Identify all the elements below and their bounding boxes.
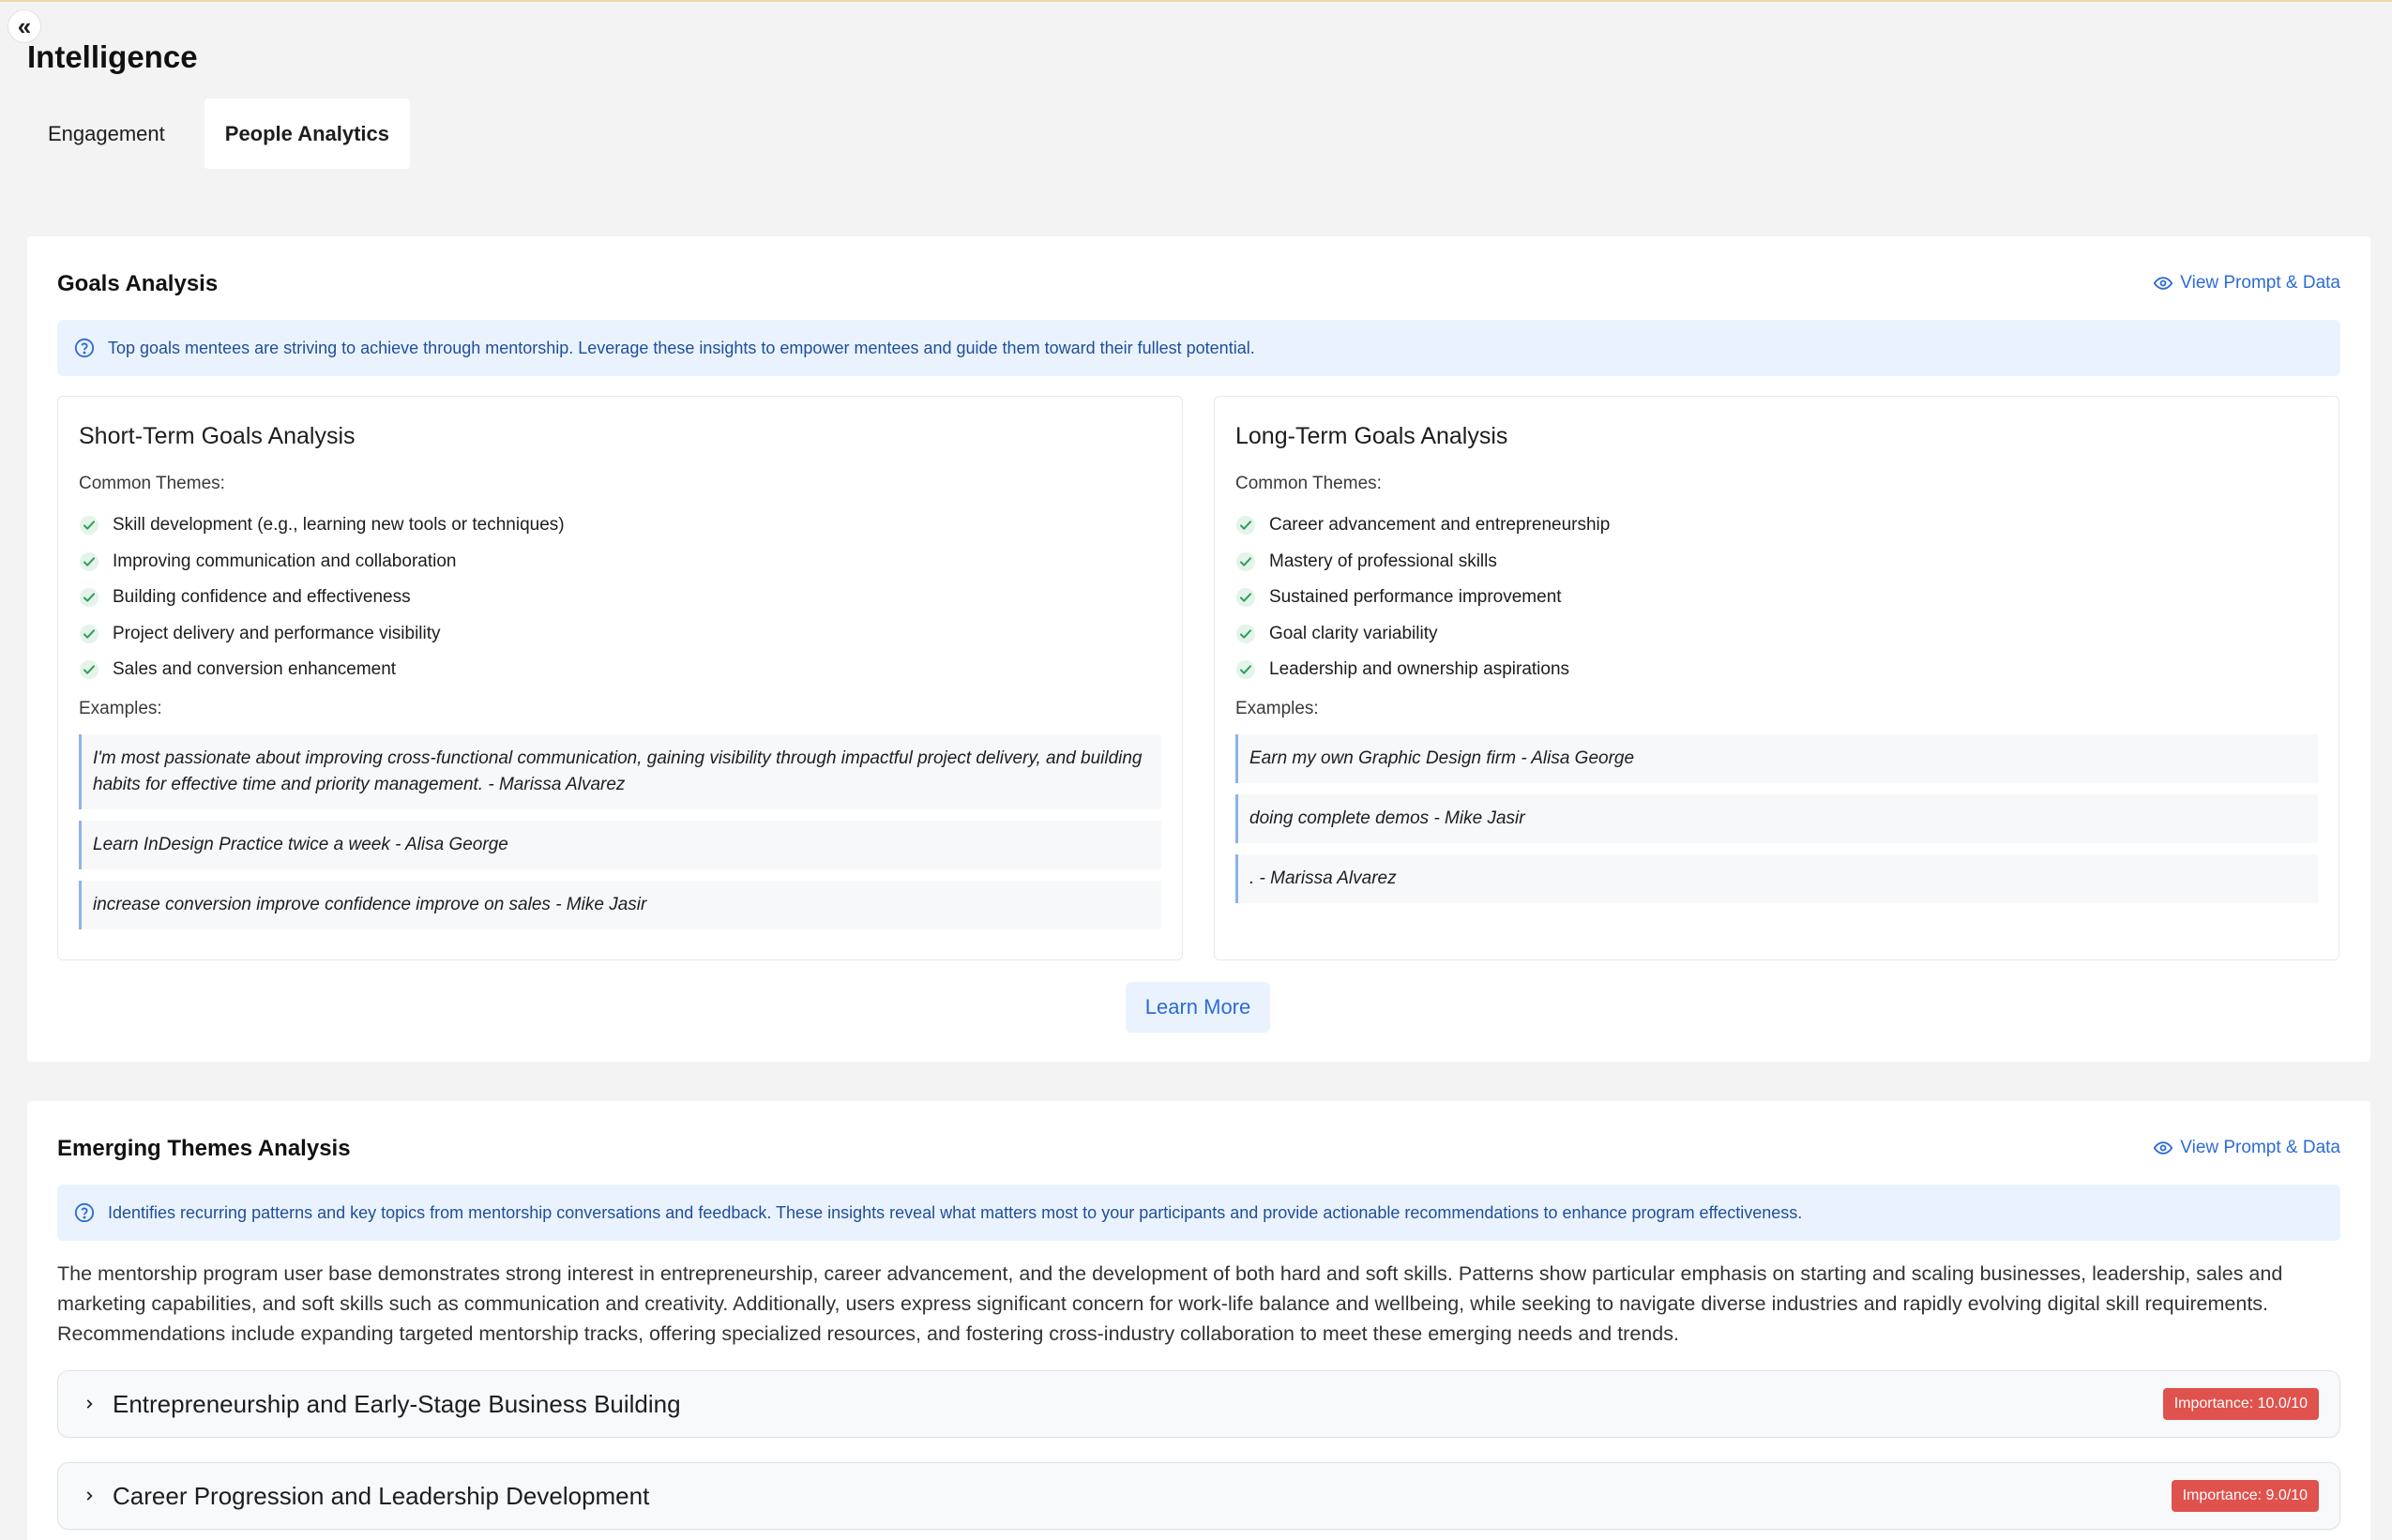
theme-text: Improving communication and collaboratio… <box>113 551 457 571</box>
list-item: Sustained performance improvement <box>1235 580 1610 616</box>
goals-info-box: Top goals mentees are striving to achiev… <box>57 320 2340 376</box>
example-quote: Earn my own Graphic Design firm - Alisa … <box>1235 734 2318 783</box>
theme-text: Sales and conversion enhancement <box>113 659 397 680</box>
check-icon <box>79 659 99 680</box>
view-prompt-data-link[interactable]: View Prompt & Data <box>2154 1138 2340 1158</box>
example-quote: . - Marissa Alvarez <box>1235 854 2318 903</box>
theme-text: Building confidence and effectiveness <box>113 587 411 608</box>
theme-text: Project delivery and performance visibil… <box>113 623 441 643</box>
short-term-goals-title: Short-Term Goals Analysis <box>79 423 356 449</box>
list-item: Mastery of professional skills <box>1235 544 1610 581</box>
theme-text: Skill development (e.g., learning new to… <box>113 515 565 536</box>
check-icon <box>1235 587 1256 608</box>
check-icon <box>79 624 99 644</box>
emerging-themes-title: Emerging Themes Analysis <box>57 1136 351 1161</box>
check-icon <box>1235 659 1256 680</box>
example-quote: Learn InDesign Practice twice a week - A… <box>79 821 1161 869</box>
common-themes-label: Common Themes: <box>79 474 225 493</box>
long-term-examples-list: Earn my own Graphic Design firm - Alisa … <box>1235 734 2318 914</box>
list-item: Leadership and ownership aspirations <box>1235 652 1610 688</box>
chevron-right-icon <box>83 1397 96 1411</box>
goals-info-text: Top goals mentees are striving to achiev… <box>108 338 1255 357</box>
eye-icon <box>2154 1139 2173 1157</box>
list-item: Skill development (e.g., learning new to… <box>79 507 565 544</box>
tab-people-analytics[interactable]: People Analytics <box>204 98 411 169</box>
list-item: Career advancement and entrepreneurship <box>1235 507 1610 544</box>
tab-engagement[interactable]: Engagement <box>27 98 186 169</box>
examples-label: Examples: <box>79 699 162 718</box>
example-quote: I'm most passionate about improving cros… <box>79 734 1161 809</box>
top-border <box>0 0 2392 2</box>
theme-text: Goal clarity variability <box>1269 623 1438 643</box>
view-prompt-data-label: View Prompt & Data <box>2180 273 2340 293</box>
help-circle-icon <box>74 1202 95 1223</box>
list-item: Project delivery and performance visibil… <box>79 616 565 653</box>
eye-icon <box>2154 274 2173 293</box>
collapse-sidebar-button[interactable]: « <box>8 9 41 43</box>
chevron-right-icon <box>83 1489 96 1502</box>
view-prompt-data-link[interactable]: View Prompt & Data <box>2154 273 2340 294</box>
common-themes-label: Common Themes: <box>1235 474 1382 493</box>
importance-badge: Importance: 10.0/10 <box>2162 1388 2319 1420</box>
themes-summary-text: The mentorship program user base demonst… <box>57 1262 2283 1345</box>
list-item: Sales and conversion enhancement <box>79 652 565 688</box>
goals-analysis-panel: Goals Analysis View Prompt & Data Top go… <box>27 236 2370 1062</box>
double-chevron-left-icon: « <box>17 12 32 40</box>
long-term-goals-title: Long-Term Goals Analysis <box>1235 423 1508 449</box>
example-quote: doing complete demos - Mike Jasir <box>1235 794 2318 843</box>
page-title: Intelligence <box>27 39 198 74</box>
emerging-themes-panel: Emerging Themes Analysis View Prompt & D… <box>27 1101 2370 1540</box>
theme-accordion-title: Career Progression and Leadership Develo… <box>113 1481 650 1510</box>
theme-accordion-title: Entrepreneurship and Early-Stage Busines… <box>113 1389 681 1418</box>
check-icon <box>79 515 99 536</box>
theme-text: Sustained performance improvement <box>1269 587 1562 608</box>
learn-more-button[interactable]: Learn More <box>1126 982 1270 1033</box>
themes-info-text: Identifies recurring patterns and key to… <box>108 1202 1803 1222</box>
check-icon <box>79 551 99 572</box>
list-item: Building confidence and effectiveness <box>79 580 565 616</box>
tab-bar: Engagement People Analytics <box>27 98 411 169</box>
help-circle-icon <box>74 338 95 358</box>
short-term-themes-list: Skill development (e.g., learning new to… <box>79 507 565 688</box>
check-icon <box>79 587 99 608</box>
check-icon <box>1235 624 1256 644</box>
theme-accordion-item[interactable]: Entrepreneurship and Early-Stage Busines… <box>57 1370 2340 1438</box>
theme-text: Leadership and ownership aspirations <box>1269 659 1570 680</box>
short-term-examples-list: I'm most passionate about improving cros… <box>79 734 1161 941</box>
short-term-goals-card: Short-Term Goals Analysis Common Themes:… <box>57 396 1183 960</box>
theme-accordion-item[interactable]: Career Progression and Leadership Develo… <box>57 1462 2340 1530</box>
example-quote: increase conversion improve confidence i… <box>79 881 1161 929</box>
list-item: Improving communication and collaboratio… <box>79 544 565 581</box>
view-prompt-data-label: View Prompt & Data <box>2180 1138 2340 1157</box>
long-term-themes-list: Career advancement and entrepreneurship … <box>1235 507 1610 688</box>
theme-text: Career advancement and entrepreneurship <box>1269 515 1611 536</box>
goals-analysis-title: Goals Analysis <box>57 271 219 296</box>
list-item: Goal clarity variability <box>1235 616 1610 653</box>
examples-label: Examples: <box>1235 699 1319 718</box>
importance-badge: Importance: 9.0/10 <box>2171 1480 2319 1512</box>
check-icon <box>1235 551 1256 572</box>
themes-info-box: Identifies recurring patterns and key to… <box>57 1185 2340 1241</box>
check-icon <box>1235 515 1256 536</box>
long-term-goals-card: Long-Term Goals Analysis Common Themes: … <box>1214 396 2339 960</box>
theme-text: Mastery of professional skills <box>1269 551 1497 571</box>
